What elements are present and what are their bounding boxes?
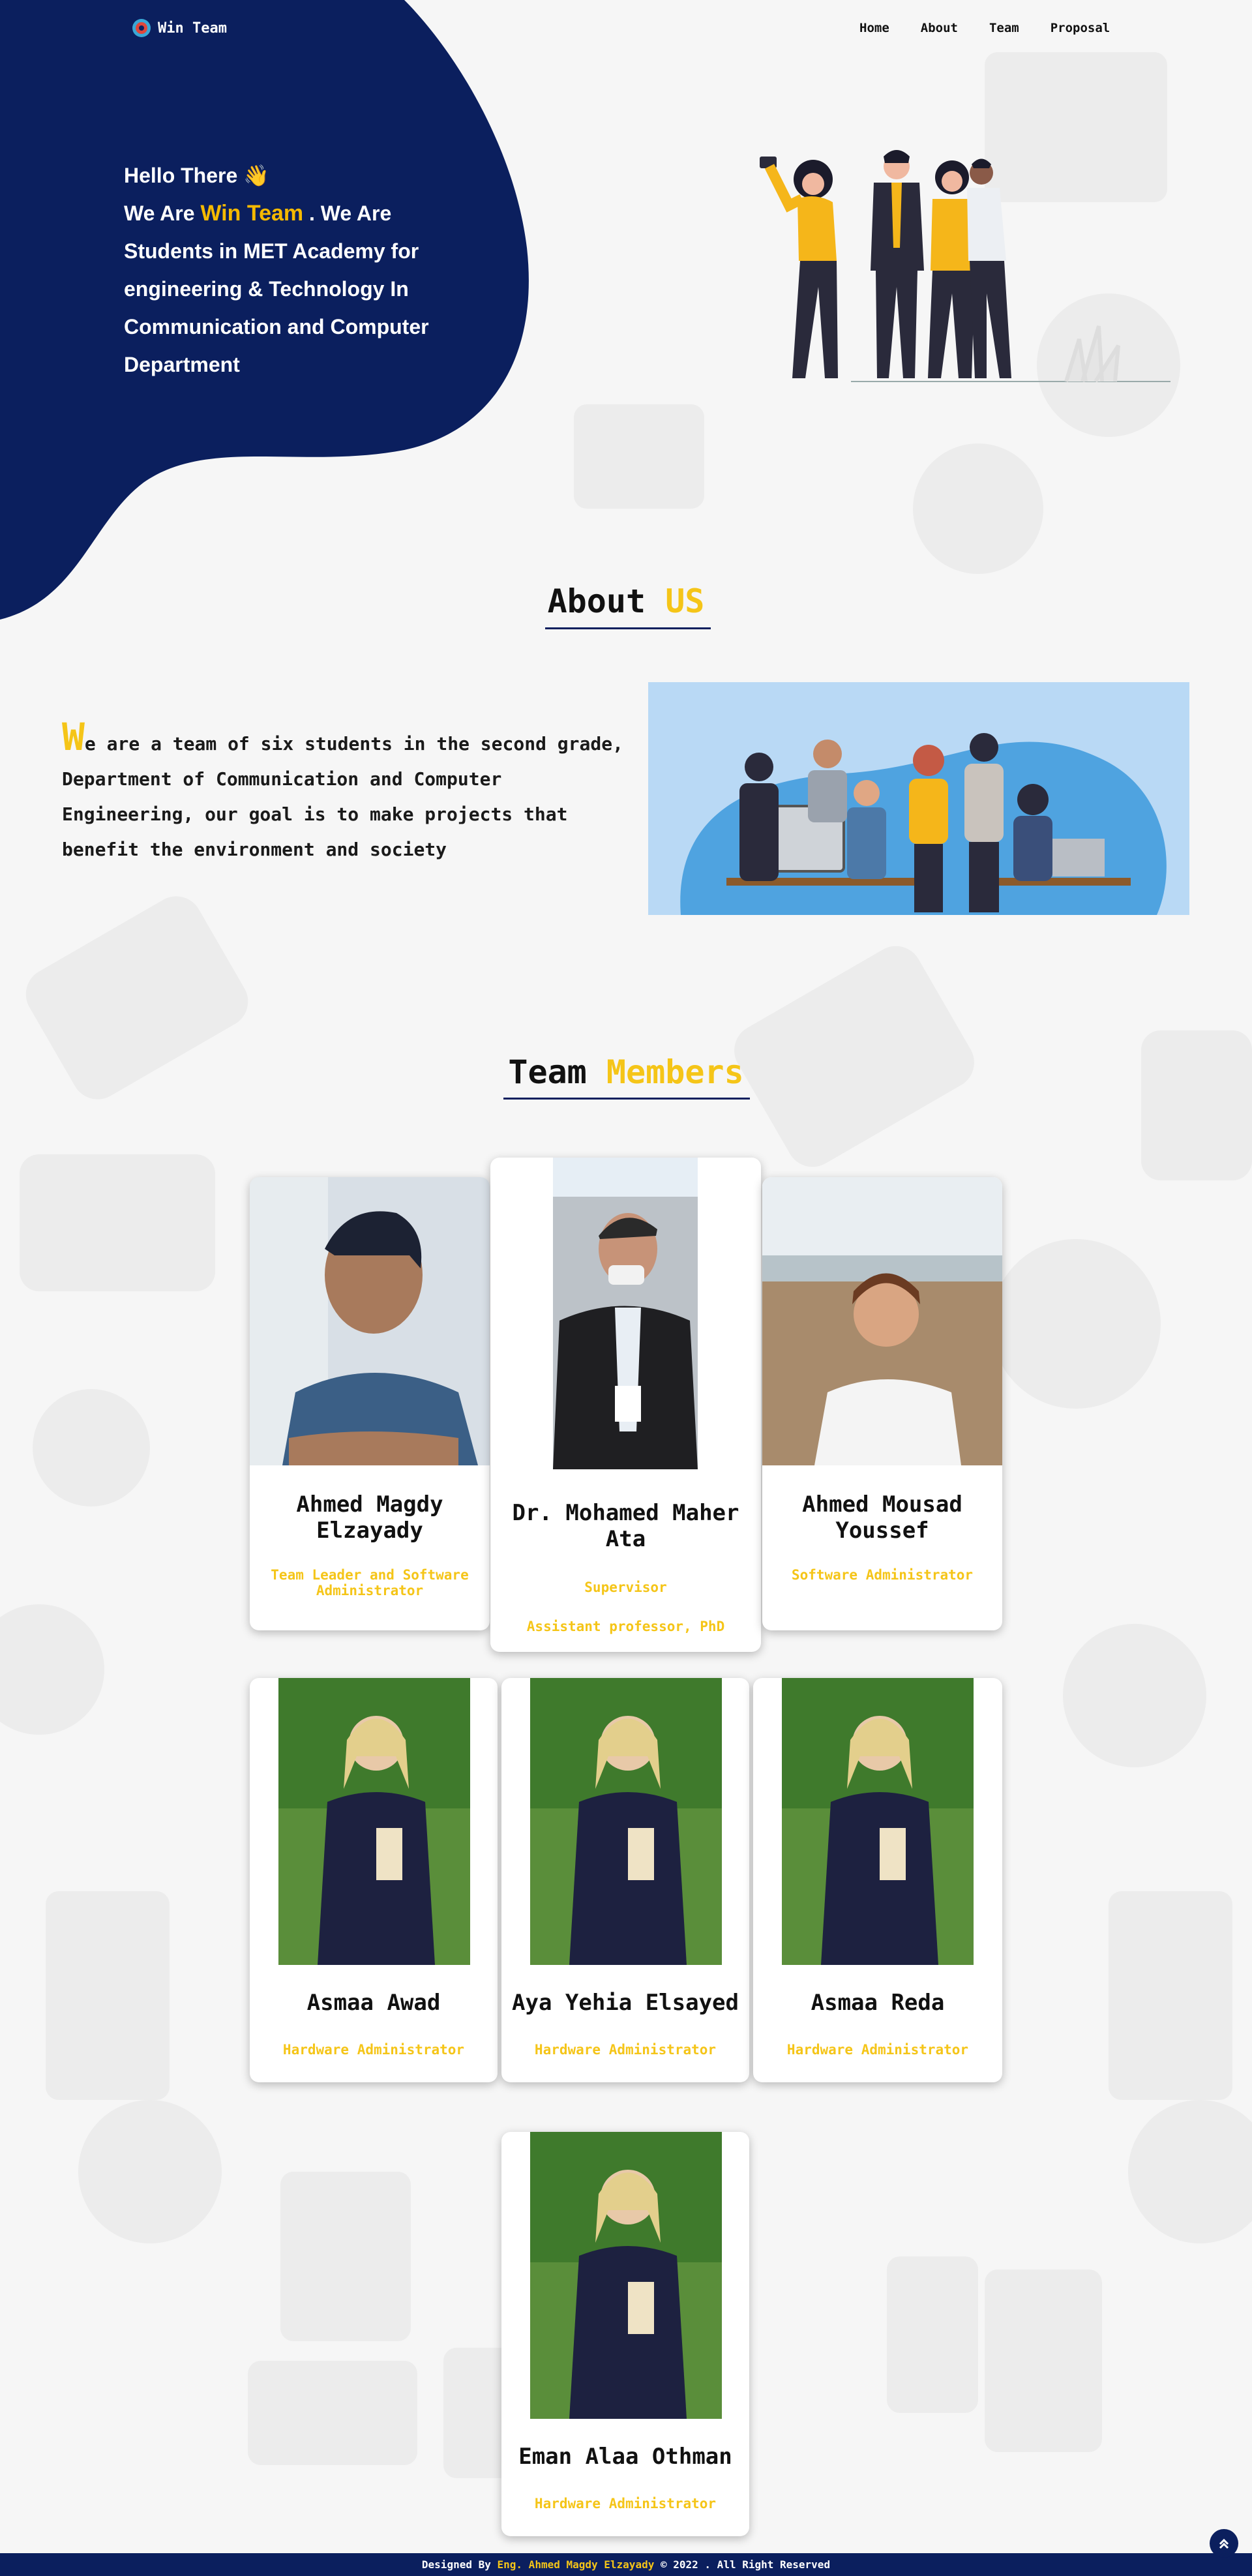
hero-intro: We Are Win Team . We Are Students in MET…	[124, 194, 463, 383]
member-role: Software Administrator	[791, 1567, 974, 1583]
hero-greeting-line: Hello There 👋	[124, 157, 463, 194]
team-member-card[interactable]: Dr. Mohamed Maher Ata Supervisor Assista…	[490, 1158, 761, 1652]
about-body: e are a team of six students in the seco…	[62, 733, 623, 860]
about-title-a: About	[547, 582, 646, 620]
about-drop-cap: W	[62, 715, 85, 759]
member-photo	[762, 1177, 1002, 1465]
brand[interactable]: Win Team	[130, 17, 227, 39]
member-name: Aya Yehia Elsayed	[512, 1990, 739, 2016]
team-member-card[interactable]: Aya Yehia Elsayed Hardware Administrator	[501, 1678, 749, 2082]
team-member-card[interactable]: Eman Alaa Othman Hardware Administrator	[501, 2132, 749, 2536]
member-photo	[530, 2132, 722, 2419]
hero-text: Hello There 👋 We Are Win Team . We Are S…	[124, 157, 463, 383]
hero-team-name: Win Team	[200, 201, 304, 226]
hero-illustration	[760, 150, 1170, 383]
about-title-underline	[545, 627, 711, 629]
member-photo	[530, 1678, 722, 1965]
nav-link-team[interactable]: Team	[989, 21, 1019, 35]
logo-icon	[132, 19, 151, 37]
about-text: We are a team of six students in the sec…	[62, 718, 629, 867]
about-title-b: US	[665, 582, 705, 620]
member-photo	[278, 1678, 470, 1965]
member-role: Hardware Administrator	[534, 2042, 717, 2058]
hero-description: . We Are Students in MET Academy for eng…	[124, 202, 429, 376]
team-member-card[interactable]: Asmaa Reda Hardware Administrator	[753, 1678, 1002, 2082]
team-title: Team Members	[0, 1053, 1252, 1091]
footer-suffix: © 2022 . All Right Reserved	[660, 2558, 831, 2571]
about-title: About US	[0, 582, 1252, 620]
team-title-a: Team	[508, 1053, 587, 1091]
nav-links: Home About Team Proposal	[859, 21, 1110, 35]
member-role-secondary: Assistant professor, PhD	[526, 1619, 725, 1634]
member-name: Eman Alaa Othman	[518, 2444, 732, 2470]
nav-link-proposal[interactable]: Proposal	[1051, 21, 1110, 35]
member-role: Hardware Administrator	[786, 2042, 969, 2058]
member-name: Asmaa Reda	[811, 1990, 945, 2016]
team-member-card[interactable]: Ahmed Magdy Elzayady Team Leader and Sof…	[250, 1177, 490, 1630]
nav-link-home[interactable]: Home	[859, 21, 889, 35]
member-name: Ahmed Magdy Elzayady	[296, 1491, 443, 1544]
footer: Designed By Eng. Ahmed Magdy Elzayady © …	[0, 2553, 1252, 2576]
scroll-top-button[interactable]	[1210, 2529, 1238, 2558]
brand-name: Win Team	[158, 20, 227, 37]
member-role: Supervisor	[584, 1580, 667, 1595]
member-photo	[782, 1678, 974, 1965]
team-member-card[interactable]: Asmaa Awad Hardware Administrator	[250, 1678, 498, 2082]
team-title-b: Members	[606, 1053, 744, 1091]
member-role: Hardware Administrator	[534, 2496, 717, 2511]
member-photo	[250, 1177, 490, 1465]
hero-greeting: Hello There	[124, 164, 238, 187]
team-title-underline	[503, 1098, 750, 1100]
footer-designer: Eng. Ahmed Magdy Elzayady	[497, 2558, 655, 2571]
member-photo	[553, 1158, 698, 1469]
member-name: Ahmed Mousad Youssef	[802, 1491, 962, 1544]
wave-hand-icon: 👋	[243, 164, 269, 187]
member-role: Team Leader and Software Administrator	[271, 1567, 469, 1598]
team-member-card[interactable]: Ahmed Mousad Youssef Software Administra…	[762, 1177, 1002, 1630]
member-name: Dr. Mohamed Maher Ata	[512, 1500, 739, 1552]
about-illustration	[648, 682, 1189, 915]
navbar: Win Team Home About Team Proposal	[0, 0, 1252, 59]
nav-link-about[interactable]: About	[921, 21, 958, 35]
member-role: Hardware Administrator	[282, 2042, 465, 2058]
footer-prefix: Designed By	[421, 2558, 491, 2571]
hero-we-are: We Are	[124, 202, 195, 225]
scroll-top-icon	[1219, 2538, 1229, 2549]
member-name: Asmaa Awad	[306, 1990, 441, 2016]
